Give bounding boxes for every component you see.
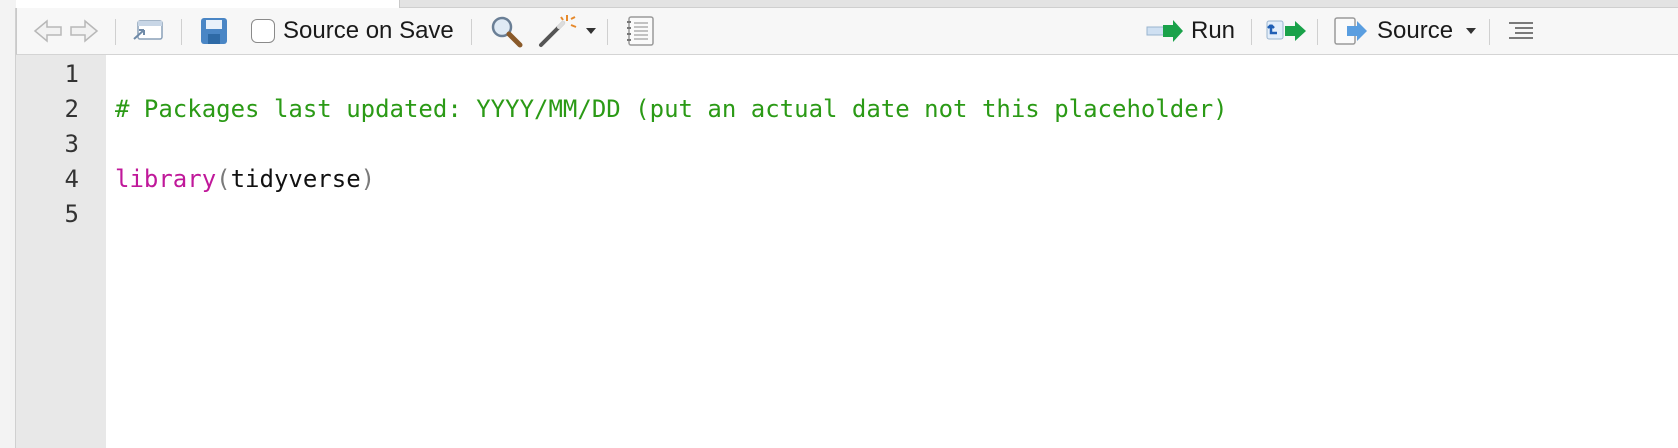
line-number: 1 <box>64 60 79 88</box>
code-line-library: library(tidyverse) <box>115 161 375 197</box>
source-options-dropdown[interactable] <box>1465 8 1477 54</box>
source-label: Source <box>1377 17 1454 44</box>
find-replace-button[interactable] <box>489 8 523 54</box>
dropdown-caret-icon[interactable] <box>585 27 597 35</box>
line-number: 5 <box>64 200 79 228</box>
line-number: 3 <box>64 130 79 158</box>
back-arrow-icon <box>33 18 63 44</box>
toolbar-separator <box>607 19 608 45</box>
line-number: 4 <box>64 165 79 193</box>
notebook-icon <box>625 15 657 47</box>
run-button[interactable]: Run <box>1145 8 1235 54</box>
rerun-icon <box>1265 17 1309 45</box>
forward-arrow-icon <box>69 18 99 44</box>
active-tab[interactable] <box>16 0 400 8</box>
toolbar-separator <box>1489 19 1490 45</box>
code-line-comment: # Packages last updated: YYYY/MM/DD (put… <box>115 95 1228 123</box>
line-number: 2 <box>64 95 79 123</box>
source-on-save-toggle[interactable]: Source on Save <box>251 8 454 54</box>
toolbar-separator <box>181 19 182 45</box>
left-pane-border <box>0 8 16 448</box>
save-icon <box>199 16 229 46</box>
rerun-button[interactable] <box>1265 8 1309 54</box>
source-on-save-checkbox[interactable] <box>251 19 275 43</box>
save-button[interactable] <box>199 8 229 54</box>
tab-strip <box>0 0 1678 8</box>
code-editor[interactable]: # Packages last updated: YYYY/MM/DD (put… <box>115 55 1675 448</box>
run-label: Run <box>1191 17 1236 44</box>
show-in-window-icon <box>131 18 165 44</box>
toolbar-separator <box>115 19 116 45</box>
function-name: library <box>115 165 217 193</box>
toolbar-separator <box>471 19 472 45</box>
back-button[interactable] <box>33 8 63 54</box>
run-arrow-icon <box>1145 18 1185 44</box>
function-argument: tidyverse <box>230 165 361 193</box>
editor-toolbar: Source on Save Run Source <box>16 8 1678 55</box>
toolbar-separator <box>1251 19 1252 45</box>
show-in-window-button[interactable] <box>131 8 165 54</box>
dropdown-caret-icon <box>1465 27 1477 35</box>
source-button[interactable]: Source <box>1333 8 1453 54</box>
forward-button[interactable] <box>69 8 99 54</box>
search-icon <box>489 14 523 48</box>
source-icon <box>1333 16 1369 46</box>
inactive-tab-area[interactable] <box>400 0 1678 8</box>
outline-icon <box>1507 19 1535 43</box>
close-paren: ) <box>360 165 376 193</box>
source-on-save-label: Source on Save <box>283 17 454 44</box>
code-tools-button[interactable] <box>537 8 597 54</box>
toolbar-separator <box>1317 19 1318 45</box>
document-outline-button[interactable] <box>1507 8 1535 54</box>
magic-wand-icon <box>537 13 577 49</box>
compile-report-button[interactable] <box>625 8 657 54</box>
line-number-gutter: 1 2 3 4 5 <box>16 55 106 448</box>
open-paren: ( <box>216 165 231 193</box>
